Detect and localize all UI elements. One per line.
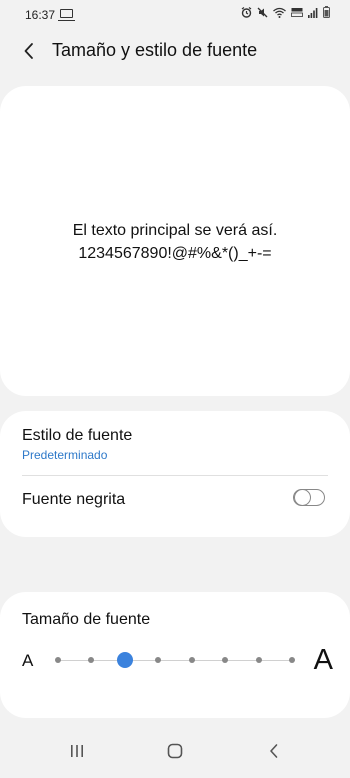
preview-line-1: El texto principal se verá así. xyxy=(72,222,278,239)
recents-button[interactable] xyxy=(62,736,92,766)
chevron-left-icon xyxy=(24,43,33,59)
font-size-slider-stop[interactable] xyxy=(88,657,95,663)
font-size-slider-stop[interactable] xyxy=(222,657,229,663)
bold-font-label: Fuente negrita xyxy=(22,491,126,508)
status-icons xyxy=(241,6,330,18)
font-style-title: Estilo de fuente xyxy=(22,427,133,444)
home-icon xyxy=(167,743,183,759)
font-size-slider-stop[interactable] xyxy=(155,657,162,663)
alarm-icon xyxy=(241,6,252,18)
page-title: Tamaño y estilo de fuente xyxy=(52,40,258,60)
font-size-small-label: A xyxy=(22,651,34,670)
toggle-knob xyxy=(294,488,311,506)
navigation-bar xyxy=(0,722,350,778)
signal-icon xyxy=(308,7,318,18)
header: Tamaño y estilo de fuente xyxy=(0,34,350,66)
back-button[interactable] xyxy=(14,36,44,66)
font-size-slider-stop[interactable] xyxy=(55,657,61,663)
battery-icon xyxy=(323,6,330,18)
font-size-title: Tamaño de fuente xyxy=(22,611,151,628)
back-icon xyxy=(270,744,278,758)
font-style-row[interactable]: Estilo de fuente Predeterminado xyxy=(0,411,350,475)
volte-icon xyxy=(291,7,303,17)
preview-line-2: 1234567890!@#%&*()_+-= xyxy=(78,245,272,262)
font-style-card: Estilo de fuente Predeterminado Fuente n… xyxy=(0,411,350,537)
bold-font-toggle[interactable] xyxy=(293,488,325,506)
font-size-slider-thumb[interactable] xyxy=(116,652,133,668)
status-bar: 16:37 xyxy=(0,0,350,30)
screen-cast-icon xyxy=(58,9,75,21)
font-size-slider-stop[interactable] xyxy=(255,657,262,663)
bold-font-row[interactable]: Fuente negrita xyxy=(0,476,350,534)
preview-card: El texto principal se verá así. 12345678… xyxy=(0,86,350,396)
font-size-large-label: A xyxy=(313,644,333,676)
font-size-slider-stop[interactable] xyxy=(289,657,295,663)
font-size-slider-stop[interactable] xyxy=(188,657,195,663)
wifi-icon xyxy=(273,7,286,18)
preview-text: El texto principal se verá así. 12345678… xyxy=(0,219,350,265)
status-time: 16:37 xyxy=(25,8,56,22)
font-style-value: Predeterminado xyxy=(22,448,108,462)
mute-icon xyxy=(257,7,268,17)
home-button[interactable] xyxy=(160,736,190,766)
font-size-card: Tamaño de fuente A A xyxy=(0,592,350,718)
nav-back-button[interactable] xyxy=(259,736,289,766)
recents-icon xyxy=(71,745,83,757)
